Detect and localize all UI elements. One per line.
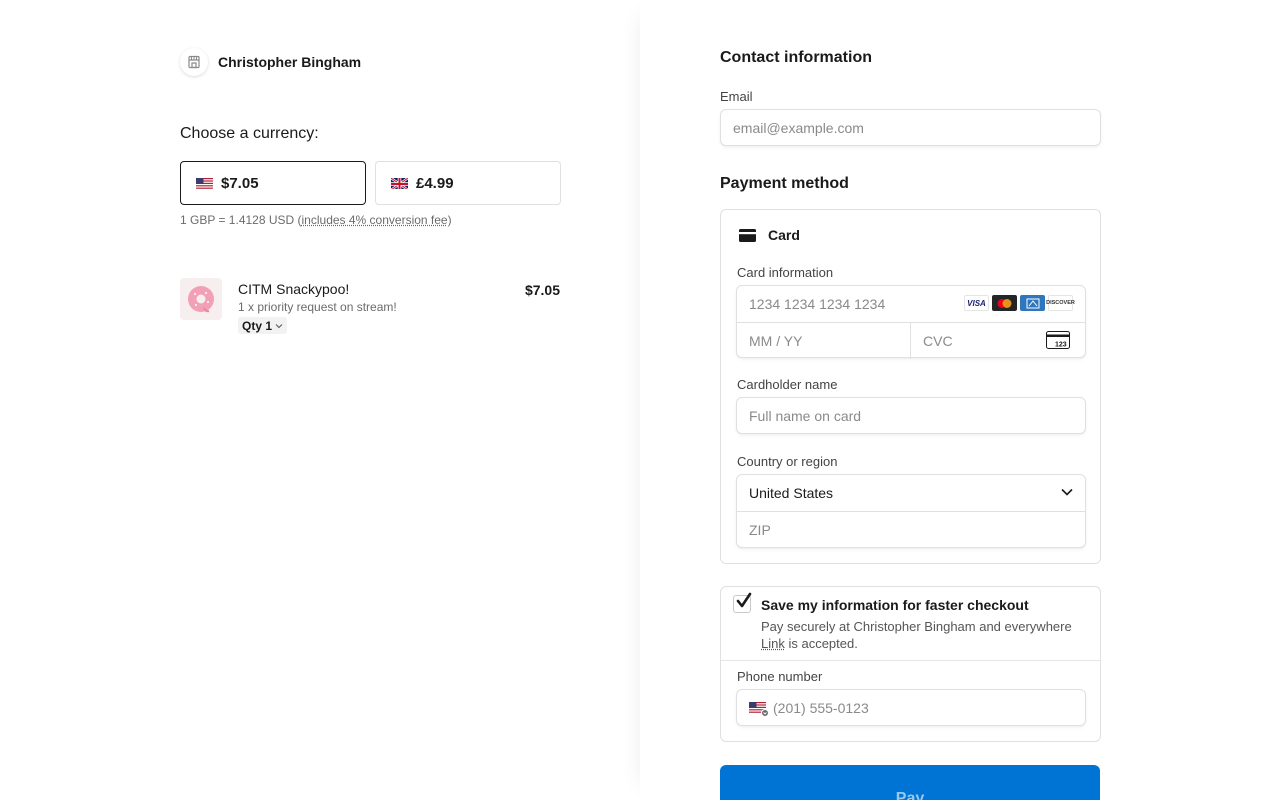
visa-label: VISA bbox=[967, 298, 986, 308]
product-price: $7.05 bbox=[524, 282, 560, 298]
expiry-field[interactable] bbox=[749, 323, 899, 358]
save-info-subtitle: Pay securely at Christopher Bingham and … bbox=[761, 618, 1081, 652]
visa-icon: VISA bbox=[964, 295, 989, 311]
save-info-title: Save my information for faster checkout bbox=[761, 597, 1029, 613]
payment-method-title: Payment method bbox=[720, 175, 849, 192]
mastercard-icon bbox=[992, 295, 1017, 311]
card-number-field[interactable] bbox=[749, 286, 959, 322]
storefront-icon bbox=[180, 48, 208, 76]
zip-field[interactable] bbox=[749, 512, 1069, 548]
phone-number-field[interactable] bbox=[773, 690, 1073, 725]
email-label: Email bbox=[720, 89, 753, 104]
link-info-link[interactable]: Link bbox=[761, 636, 785, 651]
conversion-rate-note: 1 GBP = 1.4128 USD (includes 4% conversi… bbox=[180, 213, 452, 227]
quantity-selector[interactable]: Qty 1 bbox=[238, 317, 288, 334]
currency-selector: $7.05 £4.99 bbox=[180, 161, 561, 205]
currency-title: Choose a currency: bbox=[180, 125, 319, 142]
discover-icon: DISCOVER bbox=[1046, 295, 1075, 311]
card-method-label: Card bbox=[768, 227, 800, 243]
amex-icon bbox=[1020, 295, 1045, 311]
merchant-name: Christopher Bingham bbox=[218, 54, 362, 70]
save-info-box: Save my information for faster checkout … bbox=[720, 586, 1101, 742]
phone-label: Phone number bbox=[737, 669, 823, 684]
card-divider-v bbox=[910, 322, 911, 359]
country-select[interactable]: United States bbox=[737, 475, 1085, 511]
pay-button-label: Pay bbox=[895, 790, 925, 800]
chevron-down-icon bbox=[1061, 488, 1073, 496]
us-flag-icon[interactable] bbox=[749, 702, 769, 722]
currency-amount-gbp: £4.99 bbox=[416, 174, 454, 192]
conversion-fee-link[interactable]: includes 4% conversion fee bbox=[302, 213, 448, 227]
order-summary-panel: Christopher Bingham Choose a currency: $… bbox=[0, 0, 640, 800]
product-name: CITM Snackypoo! bbox=[238, 281, 350, 297]
card-info-group: VISA DISCOVER 123 bbox=[736, 285, 1086, 359]
currency-amount-usd: $7.05 bbox=[221, 174, 259, 192]
credit-card-icon bbox=[739, 228, 756, 242]
phone-input-wrapper bbox=[736, 689, 1086, 726]
qty-label: Qty 1 bbox=[242, 318, 273, 333]
chevron-down-icon bbox=[275, 323, 283, 328]
cardholder-name-field[interactable] bbox=[736, 397, 1086, 434]
country-value: United States bbox=[749, 485, 834, 501]
save-info-divider bbox=[721, 660, 1100, 661]
rate-text: 1 GBP = 1.4128 USD ( bbox=[180, 213, 302, 227]
currency-option-gbp[interactable]: £4.99 bbox=[375, 161, 561, 205]
donut-icon bbox=[180, 278, 222, 320]
email-field[interactable] bbox=[720, 109, 1101, 146]
rate-suffix: ) bbox=[447, 213, 452, 227]
cvc-field[interactable] bbox=[923, 323, 1033, 358]
pay-button[interactable]: Pay bbox=[720, 765, 1100, 800]
card-method-header[interactable]: Card bbox=[739, 227, 800, 243]
save-info-subtitle-suffix: is accepted. bbox=[784, 636, 858, 651]
discover-label: DISCOVER bbox=[1046, 300, 1075, 306]
address-group: United States bbox=[736, 474, 1086, 548]
us-flag-icon bbox=[196, 177, 213, 189]
cardholder-label: Cardholder name bbox=[737, 377, 838, 392]
checkmark-icon bbox=[736, 592, 752, 608]
currency-option-usd[interactable]: $7.05 bbox=[180, 161, 366, 205]
save-info-subtitle-text: Pay securely at Christopher Bingham and … bbox=[761, 619, 1072, 634]
uk-flag-icon bbox=[391, 177, 408, 189]
card-info-label: Card information bbox=[737, 265, 834, 280]
contact-info-title: Contact information bbox=[720, 49, 872, 66]
card-payment-box: Card Card information VISA DISCOVER 123 bbox=[720, 209, 1101, 564]
cvc-icon-text: 123 bbox=[1055, 342, 1067, 349]
product-description: 1 x priority request on stream! bbox=[238, 300, 397, 314]
save-info-checkbox[interactable] bbox=[733, 592, 752, 613]
cvc-card-icon: 123 bbox=[1046, 331, 1070, 349]
country-label: Country or region bbox=[737, 454, 838, 469]
checkout-panel: Contact information Email Payment method… bbox=[640, 0, 1280, 800]
merchant-header[interactable]: Christopher Bingham bbox=[180, 48, 361, 76]
